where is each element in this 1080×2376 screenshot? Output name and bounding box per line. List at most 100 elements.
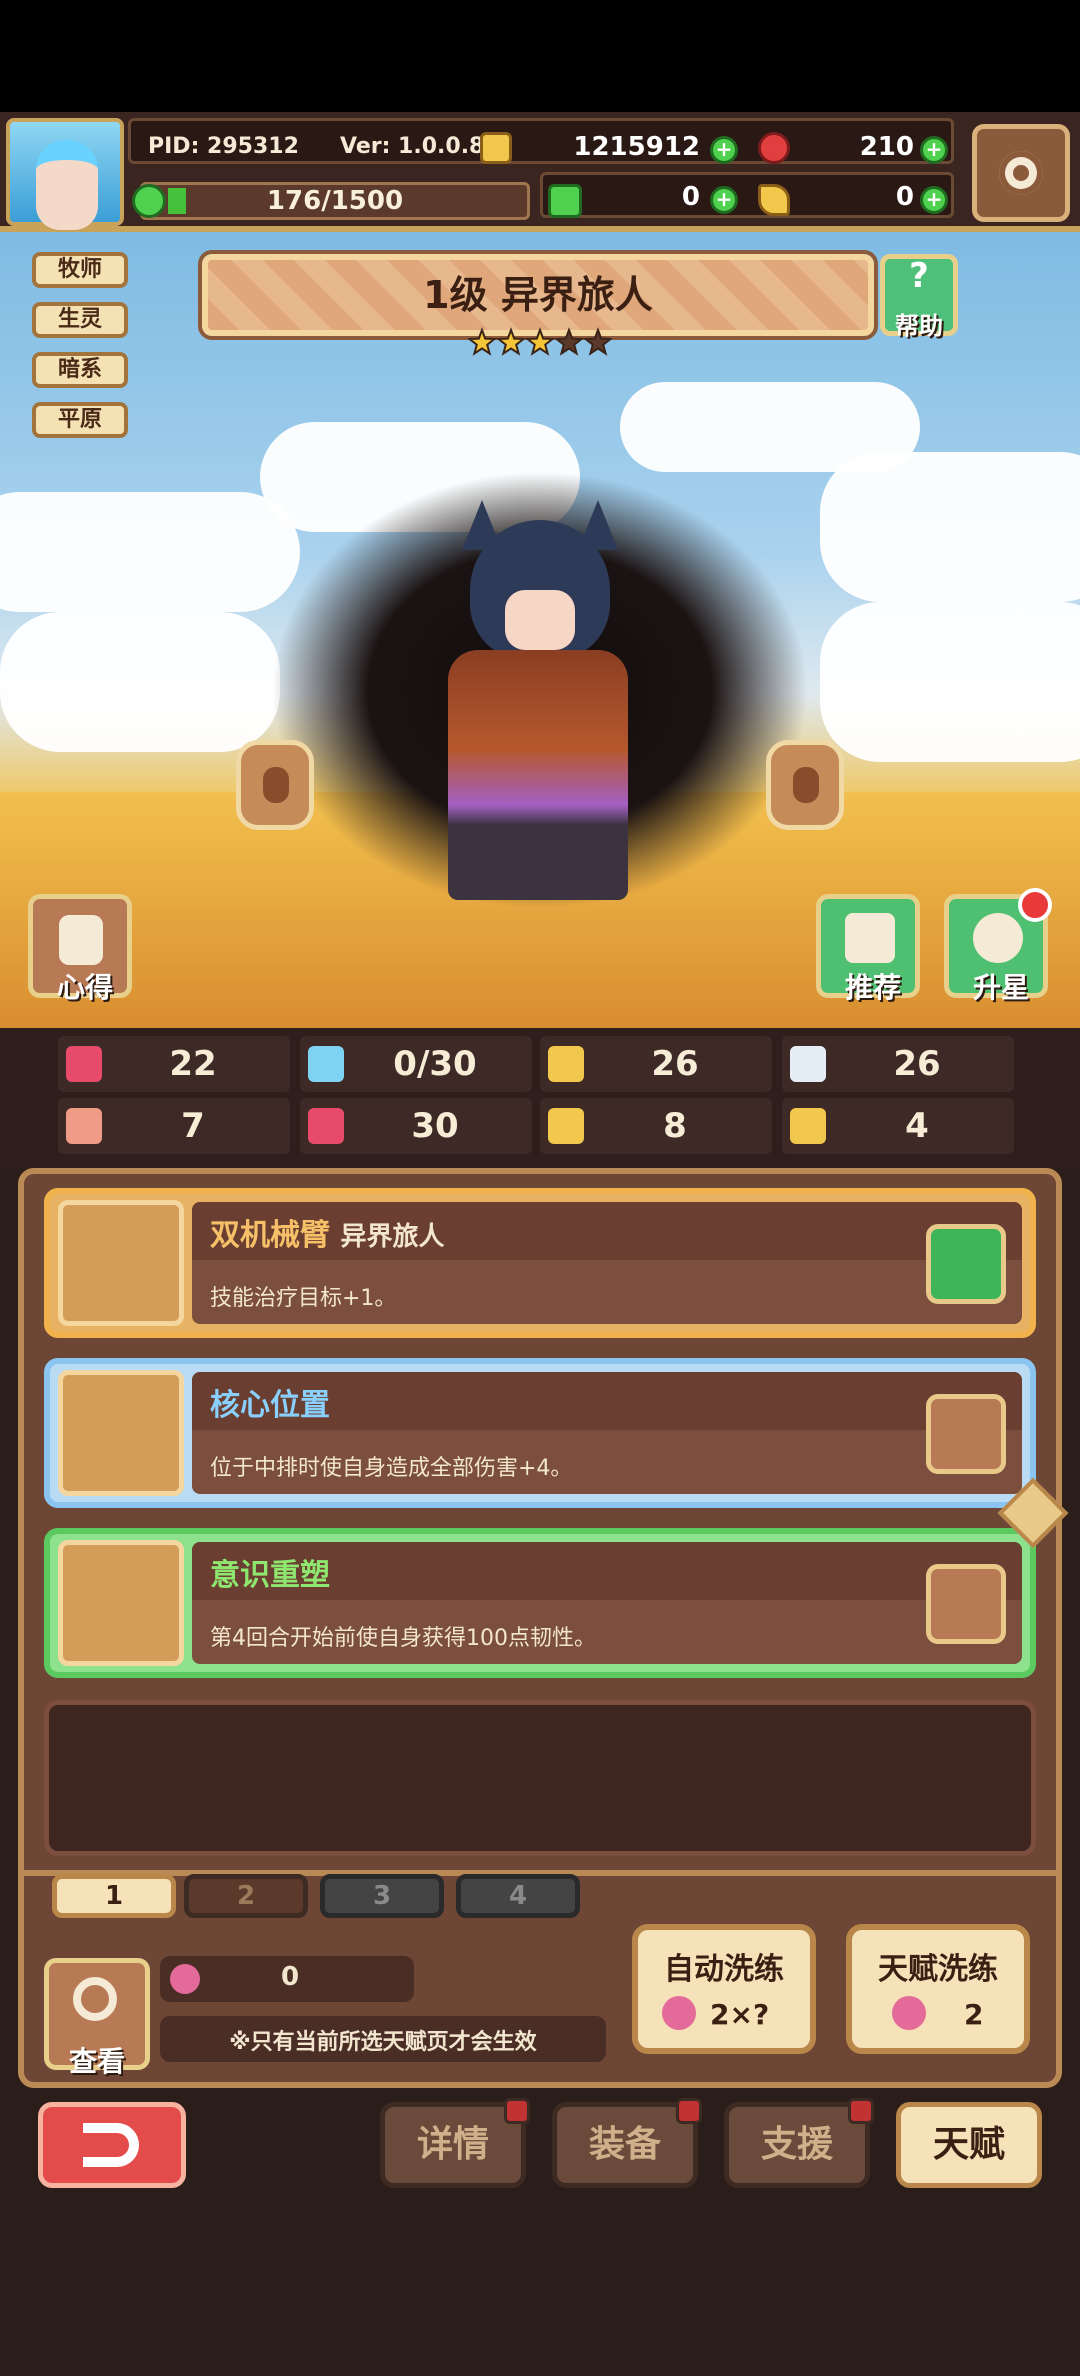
water-drop-icon xyxy=(308,1046,344,1082)
stat-cell: 0/30 xyxy=(300,1036,532,1092)
talent-page-tab-3[interactable]: 3 xyxy=(320,1874,444,1918)
stat-cell: 8 xyxy=(540,1098,772,1154)
seed-count: 0 xyxy=(280,1962,300,1992)
auto-wash-title: 自动洗练 xyxy=(664,1952,784,1987)
back-arrow-icon xyxy=(83,2123,139,2167)
gold-amount: 1215912 xyxy=(573,132,700,162)
version-label: Ver: 1.0.0.8 xyxy=(340,134,485,159)
star-filled-icon xyxy=(524,327,556,356)
notification-dot xyxy=(504,2098,530,2124)
talent-desc: 第4回合开始前使自身获得100点韧性。 xyxy=(210,1626,596,1651)
player-id: PID: 295312 xyxy=(148,134,299,159)
question-icon: ? xyxy=(909,256,929,296)
tag-terrain[interactable]: 平原 xyxy=(32,402,128,438)
note-box: ※只有当前所选天赋页才会生效 xyxy=(160,2016,606,2062)
stat-value: 8 xyxy=(663,1106,687,1146)
stat-value: 4 xyxy=(905,1106,929,1146)
add-gold-icon[interactable]: + xyxy=(710,136,738,164)
player-avatar[interactable] xyxy=(6,118,124,230)
back-button[interactable] xyxy=(38,2102,186,2188)
talent-desc: 位于中排时使自身造成全部伤害+4。 xyxy=(210,1456,573,1481)
stat-value: 7 xyxy=(181,1106,205,1146)
stat-value: 22 xyxy=(169,1044,217,1084)
add-key-icon[interactable]: + xyxy=(920,186,948,214)
star-empty-icon xyxy=(553,327,585,356)
lock-icon[interactable] xyxy=(926,1224,1006,1304)
gem-amount: 210 xyxy=(859,132,914,162)
seed-icon xyxy=(170,1964,200,1994)
status-bar xyxy=(0,0,1080,112)
tag-element[interactable]: 暗系 xyxy=(32,352,128,388)
talent-subtitle: 异界旅人 xyxy=(340,1222,445,1252)
stat-cell: 4 xyxy=(782,1098,1014,1154)
stat-cell: 22 xyxy=(58,1036,290,1092)
talent-slot-3[interactable]: 意识重塑 第4回合开始前使自身获得100点韧性。 xyxy=(44,1528,1036,1678)
view-label: 查看 xyxy=(68,2045,125,2078)
thumbs-up-icon xyxy=(845,913,895,963)
plus-cross-icon xyxy=(58,1540,184,1666)
notification-dot xyxy=(676,2098,702,2124)
auto-wash-button[interactable]: 自动洗练 2×? xyxy=(632,1924,816,2054)
spellbook-icon xyxy=(308,1108,344,1144)
seed-icon xyxy=(892,1996,926,2030)
notification-dot xyxy=(848,2098,874,2124)
tag-race[interactable]: 生灵 xyxy=(32,302,128,338)
magnifier-icon xyxy=(73,1977,117,2021)
help-label: 帮助 xyxy=(895,312,943,340)
talent-wash-cost: 2 xyxy=(964,1998,984,2031)
stamina-value: 176/1500 xyxy=(266,186,404,216)
auto-wash-cost: 2×? xyxy=(710,1998,770,2031)
empty-talent-slot xyxy=(44,1700,1036,1856)
next-hero-button[interactable] xyxy=(766,740,844,830)
star-empty-icon xyxy=(582,327,614,356)
stat-value: 30 xyxy=(411,1106,459,1146)
feather-icon xyxy=(790,1046,826,1082)
settings-button[interactable] xyxy=(972,124,1070,222)
stat-cell: 7 xyxy=(58,1098,290,1154)
prev-hero-button[interactable] xyxy=(236,740,314,830)
talent-page-tab-2[interactable]: 2 xyxy=(184,1874,308,1918)
star-filled-icon xyxy=(495,327,527,356)
talent-page-tab-1[interactable]: 1 xyxy=(52,1874,176,1918)
stat-cell: 26 xyxy=(782,1036,1014,1092)
star-rating xyxy=(466,326,614,360)
hero-title: 1级 异界旅人 xyxy=(423,273,653,317)
stat-value: 26 xyxy=(893,1044,941,1084)
talent-slot-1[interactable]: 双机械臂 异界旅人 技能治疗目标+1。 xyxy=(44,1188,1036,1338)
clover-amount: 0 xyxy=(681,182,700,212)
talent-title: 双机械臂 异界旅人 xyxy=(210,1218,445,1253)
stat-value: 26 xyxy=(651,1044,699,1084)
tag-class[interactable]: 牧师 xyxy=(32,252,128,288)
fist-icon xyxy=(66,1108,102,1144)
gold-coin-icon xyxy=(480,132,512,164)
tips-label: 心得 xyxy=(56,971,113,1004)
recommend-label: 推荐 xyxy=(844,971,901,1004)
shield-icon xyxy=(548,1046,584,1082)
talent-page-tab-4[interactable]: 4 xyxy=(456,1874,580,1918)
ruby-gem-icon xyxy=(758,132,790,164)
heart-icon xyxy=(66,1046,102,1082)
stat-cell: 30 xyxy=(300,1098,532,1154)
scroll-icon xyxy=(59,915,103,965)
seed-icon xyxy=(662,1996,696,2030)
talent-tab[interactable]: 天赋 xyxy=(896,2102,1042,2188)
key-amount: 0 xyxy=(895,182,914,212)
unlock-icon[interactable] xyxy=(926,1394,1006,1474)
talent-wash-button[interactable]: 天赋洗练 2 xyxy=(846,1924,1030,2054)
talent-wash-title: 天赋洗练 xyxy=(878,1952,998,1987)
star-talent-icon xyxy=(58,1200,184,1326)
notification-dot xyxy=(1018,888,1052,922)
unlock-icon[interactable] xyxy=(926,1564,1006,1644)
clover-icon xyxy=(548,184,582,218)
gear-icon xyxy=(999,151,1043,195)
page-note: ※只有当前所选天赋页才会生效 xyxy=(229,2030,537,2055)
hero-character[interactable] xyxy=(448,650,628,900)
boot-icon xyxy=(548,1108,584,1144)
star-badge-icon xyxy=(973,913,1023,963)
add-gem-icon[interactable]: + xyxy=(920,136,948,164)
stat-value: 0/30 xyxy=(393,1044,477,1084)
talent-slot-2[interactable]: 核心位置 位于中排时使自身造成全部伤害+4。 xyxy=(44,1358,1036,1508)
star-up-label: 升星 xyxy=(972,971,1029,1004)
talent-desc: 技能治疗目标+1。 xyxy=(210,1286,397,1311)
add-clover-icon[interactable]: + xyxy=(710,186,738,214)
